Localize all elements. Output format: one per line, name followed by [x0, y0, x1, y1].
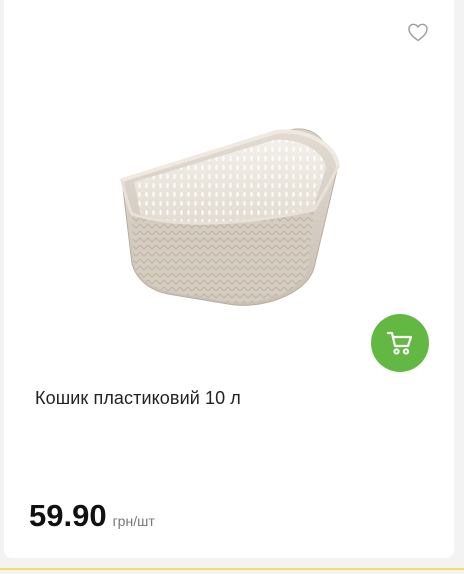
- product-title[interactable]: Кошик пластиковий 10 л: [35, 388, 241, 409]
- favorite-button[interactable]: [406, 20, 430, 44]
- bottom-divider: [0, 568, 464, 570]
- cart-icon: [386, 331, 413, 355]
- product-card[interactable]: Кошик пластиковий 10 л 59.90 грн/шт: [4, 0, 454, 558]
- page: Кошик пластиковий 10 л 59.90 грн/шт: [0, 0, 464, 574]
- basket-image: [120, 128, 340, 306]
- product-price: 59.90: [29, 498, 107, 533]
- heart-icon: [408, 23, 428, 42]
- price-row: 59.90 грн/шт: [29, 498, 155, 534]
- price-unit: грн/шт: [112, 513, 155, 529]
- product-image[interactable]: [108, 118, 348, 318]
- add-to-cart-button[interactable]: [371, 314, 429, 372]
